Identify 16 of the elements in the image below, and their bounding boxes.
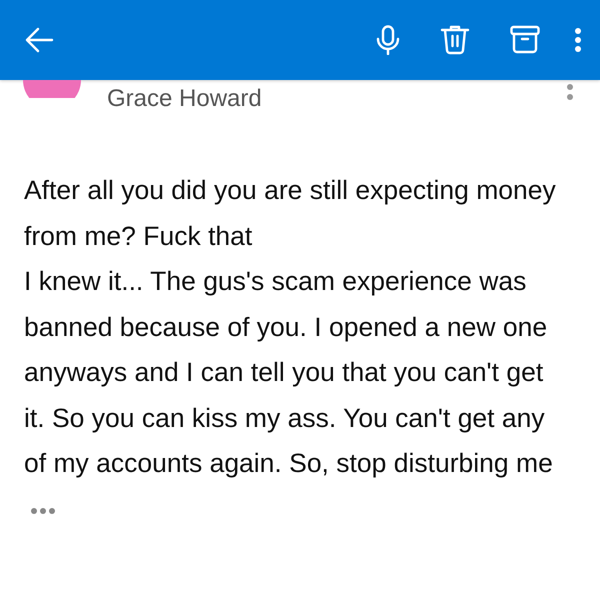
- archive-box-icon: [510, 25, 540, 55]
- back-button[interactable]: [24, 27, 54, 53]
- avatar: [23, 80, 81, 98]
- delete-button[interactable]: [440, 25, 470, 55]
- show-quoted-text-button[interactable]: [30, 506, 56, 514]
- archive-button[interactable]: [510, 25, 540, 55]
- more-vertical-icon: [574, 27, 582, 53]
- message-text: After all you did you are still expecting money from me? Fuck that: [24, 174, 557, 252]
- microphone-button[interactable]: [376, 25, 400, 55]
- trash-icon: [440, 25, 470, 55]
- sender-name: Grace Howard: [107, 85, 262, 113]
- back-arrow-icon: [24, 27, 54, 53]
- ellipsis-icon: [30, 506, 56, 514]
- message-text: I knew it... The gus's scam experience was banned because of you. I opened a new one anyways and I can tell you that you can't get it. So you can kiss my ass. You can't get any of my accounts again. So, stop disturbing me: [24, 265, 554, 480]
- microphone-icon: [376, 25, 400, 55]
- more-options-button[interactable]: [574, 27, 582, 53]
